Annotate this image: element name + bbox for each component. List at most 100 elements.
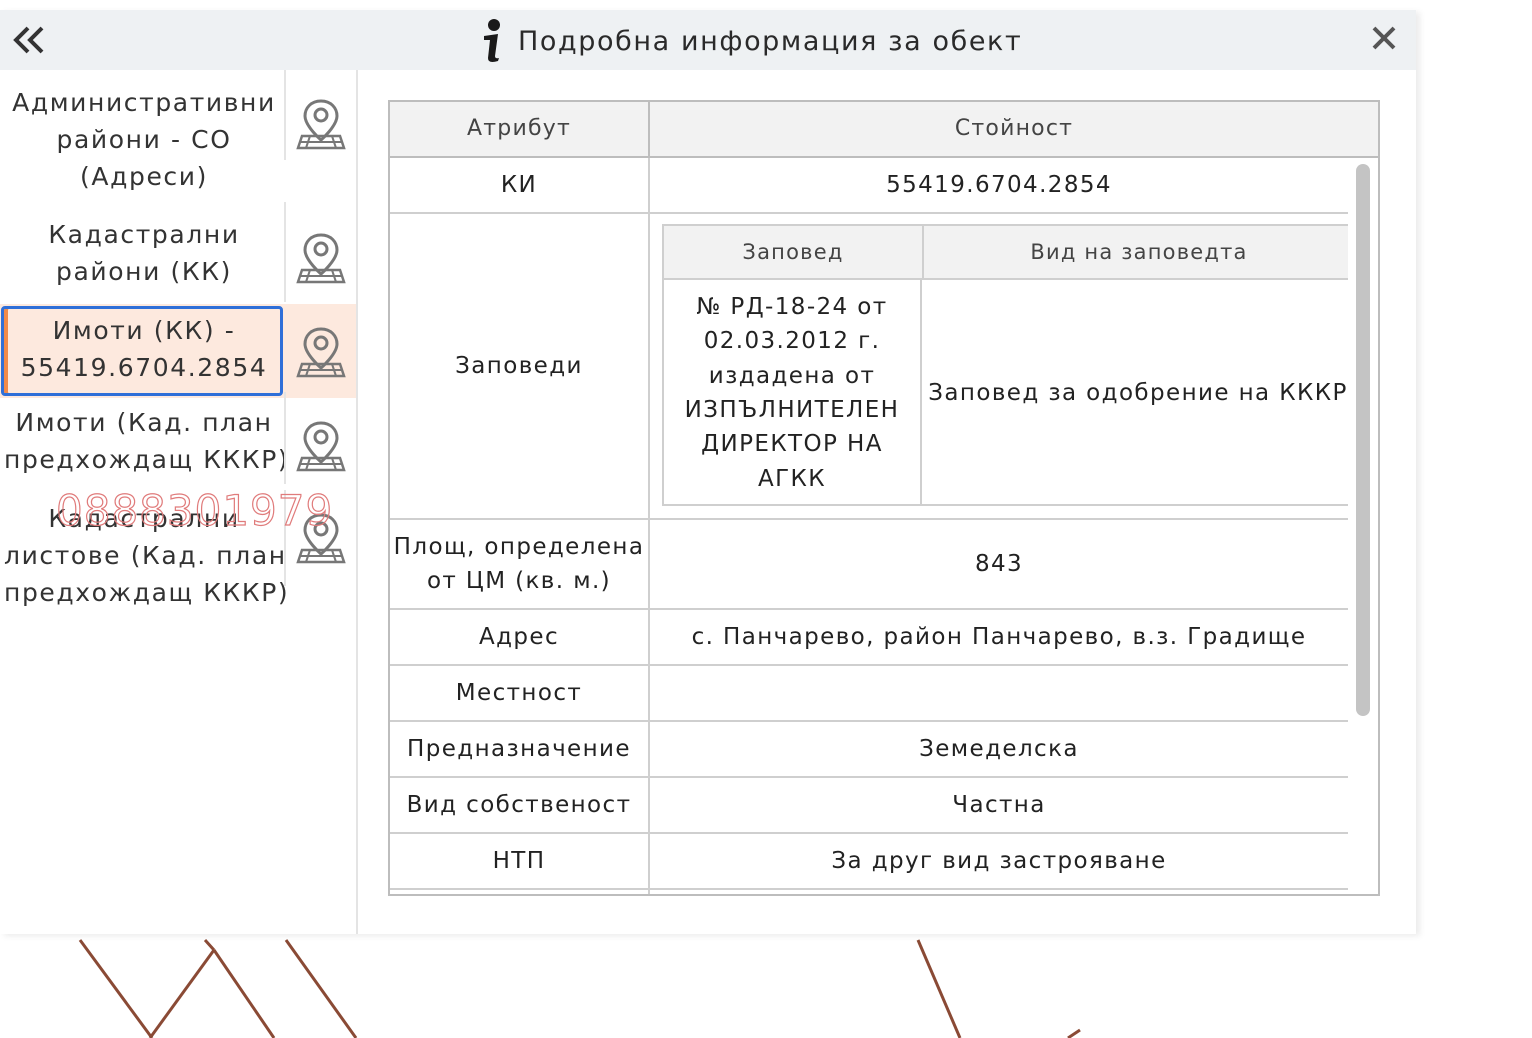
sidebar-layer-label[interactable]: Имоти (Кад. план предхождащ КККР) [4,404,290,478]
object-info-panel: Подробна информация за обект Администрат… [0,10,1416,934]
sidebar-layer-label[interactable]: Кадастрални райони (КК) [4,216,284,290]
value-cell: Частна [650,778,1348,832]
value-text: Земеделска [919,736,1079,762]
scrollbar-thumb[interactable] [1356,164,1370,716]
sidebar-layer-label[interactable]: Имоти (КК) - 55419.6704.2854 [4,312,284,386]
order-type-cell: Заповед за одобрение на КККР [922,280,1348,506]
map-line [78,939,154,1038]
value-cell: 843 [650,520,1348,608]
item-separator [284,202,286,302]
panel-header: Подробна информация за обект [0,10,1416,70]
attribute-cell: Заповеди [390,214,650,518]
value-text: Частна [952,792,1046,818]
value-cell: За друг вид застрояване [650,834,1348,888]
attribute-cell: Адрес [390,610,650,664]
attribute-text: Местност [455,680,583,706]
table-header-row: Атрибут Стойност [390,102,1378,158]
order-line: 02.03.2012 г. [703,328,881,355]
order-line: АГКК [757,465,826,492]
value-cell: с. Панчарево, район Панчарево, в.з. Град… [650,610,1348,664]
value-text: с. Панчарево, район Панчарево, в.з. Град… [691,624,1307,650]
attribute-text: Заповеди [455,353,583,379]
value-text: За друг вид застрояване [831,848,1167,874]
order-type-text: Заповед за одобрение на КККР [928,379,1348,406]
layer-label-line: райони (КК) [56,257,232,286]
attribute-cell [390,890,650,894]
map-line [284,939,358,1038]
column-header-attribute: Атрибут [467,116,571,141]
table-row: Заповеди Заповед Вид на заповедта № РД-18-2… [390,214,1348,520]
item-separator [284,392,286,484]
table-body: КИ 55419.6704.2854 Заповеди Заповед Вид на з… [390,158,1348,894]
sidebar-layer-label[interactable]: Административни райони - СО (Адреси) [4,84,284,195]
value-cell [650,666,1348,720]
map-line [916,939,962,1038]
map-pin-icon[interactable] [296,420,346,472]
close-icon[interactable] [1366,18,1402,58]
layer-label-line: Кадастрални [48,220,240,249]
order-line: издадена от [708,362,876,389]
attribute-text: КИ [500,172,538,198]
subtable-header-order: Заповед [742,240,844,264]
attribute-text: Предназначение [407,736,631,762]
map-pin-icon[interactable] [296,232,346,284]
sidebar-divider [356,70,358,934]
layer-label-line: предхождащ КККР) [4,578,290,607]
order-line: № РД-18-24 от [696,293,888,320]
sidebar-layer-label[interactable]: Кадастрални листове (Кад. план предхождащ … [4,500,290,611]
double-chevron-left-icon[interactable] [10,20,50,60]
attribute-cell: НТП [390,834,650,888]
attribute-text: Адрес [478,624,560,650]
value-cell: 55419.6704.2854 [650,158,1348,212]
order-line: ИЗПЪЛНИТЕЛЕН [684,397,900,423]
table-row: Местност [390,666,1348,722]
attribute-cell: Площ, определена от ЦМ (кв. м.) [390,520,650,608]
map-line [148,949,216,1038]
table-row [390,890,1348,894]
map-line [1067,1028,1081,1038]
layer-label-line: листове (Кад. план [4,541,287,570]
item-separator [284,490,286,586]
attribute-table: Атрибут Стойност КИ 55419.6704.2854 Запове… [388,100,1380,896]
layer-label-line: Кадастрални [48,504,240,533]
map-pin-icon[interactable] [296,98,346,150]
table-row: Площ, определена от ЦМ (кв. м.) 843 [390,520,1348,610]
attribute-line: от ЦМ (кв. м.) [426,568,612,594]
attribute-line: Площ, определена [393,534,645,560]
order-cell: № РД-18-24 от 02.03.2012 г. издадена от ИЗП… [664,280,920,506]
attribute-cell: Вид собственост [390,778,650,832]
value-cell: Земеделска [650,722,1348,776]
table-row: Вид собственост Частна [390,778,1348,834]
column-header-value: Стойност [954,116,1074,141]
table-row: Предназначение Земеделска [390,722,1348,778]
layer-label-line: райони - СО [56,125,232,154]
item-separator [284,70,286,160]
attribute-text: Вид собственост [406,792,632,818]
panel-title-group: Подробна информация за обект [476,18,1022,64]
value-text: 843 [974,551,1024,577]
layer-label-line: (Адреси) [80,162,208,191]
layer-sidebar: Административни райони - СО (Адреси) Кадаст… [0,70,358,934]
panel-title: Подробна информация за обект [518,25,1023,57]
layer-label-line: 55419.6704.2854 [20,353,268,382]
attribute-cell: КИ [390,158,650,212]
value-text: 55419.6704.2854 [886,172,1112,198]
map-line [203,938,216,952]
map-line [212,949,276,1038]
attribute-cell: Местност [390,666,650,720]
attribute-cell: Предназначение [390,722,650,776]
subtable-header-order-type: Вид на заповедта [1030,240,1248,264]
layer-label-line: предхождащ КККР) [4,445,290,474]
layer-label-line: Имоти (КК) - [52,316,236,345]
map-pin-icon[interactable] [296,326,346,378]
table-row: КИ 55419.6704.2854 [390,158,1348,214]
map-pin-icon[interactable] [296,512,346,564]
subtable-header: Заповед Вид на заповедта [664,226,1348,280]
layer-label-line: Административни [12,88,276,117]
layer-label-line: Имоти (Кад. план [15,408,273,437]
info-icon [484,19,500,62]
attribute-text: НТП [492,848,546,874]
order-line: ДИРЕКТОР НА [701,431,883,458]
table-row: НТП За друг вид застрояване [390,834,1348,890]
orders-subtable: Заповед Вид на заповедта № РД-18-24 от 02.0… [662,224,1348,506]
